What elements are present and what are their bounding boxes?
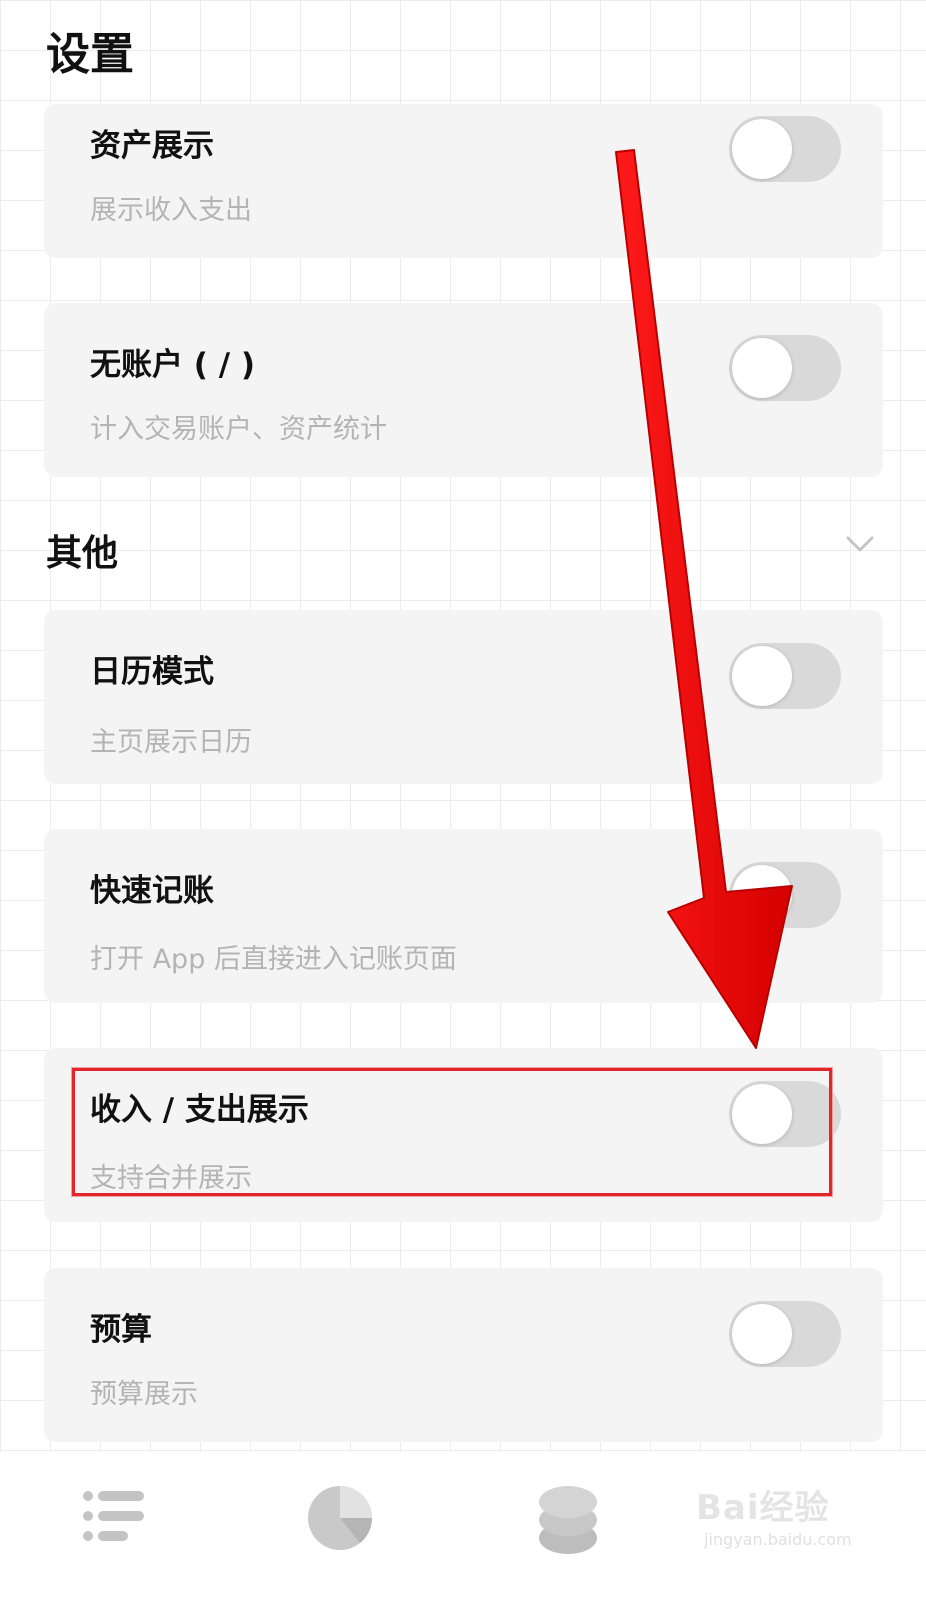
setting-subtitle: 预算展示 — [90, 1379, 198, 1410]
baidu-watermark: Bai经验 jingyan.baidu.com — [696, 1470, 916, 1580]
annotation-arrow-icon — [615, 149, 793, 1049]
setting-title: 日历模式 — [90, 654, 214, 690]
setting-title: 无账户 ( / ) — [90, 347, 256, 383]
toggle-knob — [732, 1304, 792, 1364]
setting-subtitle: 计入交易账户、资产统计 — [90, 414, 387, 445]
chevron-down-icon[interactable] — [842, 526, 878, 562]
annotation-highlight-box — [72, 1068, 832, 1196]
setting-card-budget: 预算 预算展示 — [44, 1268, 883, 1442]
pie-chart-icon[interactable] — [304, 1482, 376, 1554]
page-title: 设置 — [46, 29, 134, 80]
coins-stack-icon[interactable] — [536, 1482, 600, 1558]
setting-subtitle: 主页展示日历 — [90, 727, 252, 758]
watermark-url: jingyan.baidu.com — [704, 1530, 852, 1549]
list-icon[interactable] — [82, 1488, 146, 1544]
watermark-brand: Bai经验 — [696, 1488, 830, 1528]
setting-title: 资产展示 — [90, 128, 214, 164]
section-title-other: 其他 — [46, 533, 119, 574]
setting-subtitle: 展示收入支出 — [90, 195, 252, 226]
setting-title: 快速记账 — [90, 873, 214, 909]
setting-title: 预算 — [90, 1312, 152, 1348]
budget-toggle[interactable] — [729, 1301, 841, 1367]
setting-subtitle: 打开 App 后直接进入记账页面 — [90, 944, 457, 975]
